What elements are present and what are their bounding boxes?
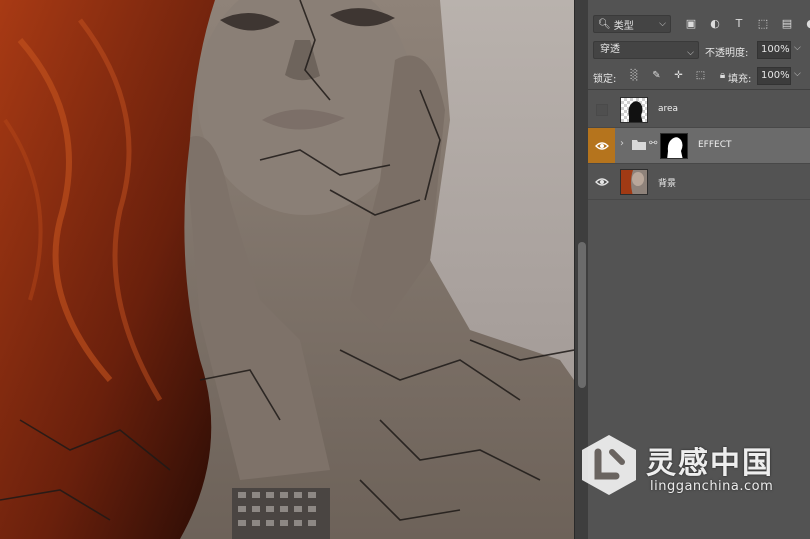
eye-icon (594, 141, 609, 150)
layer-name: area (658, 104, 679, 114)
layer-row-effect[interactable]: › ⚯ EFFECT (588, 128, 810, 164)
visibility-off-icon (595, 103, 608, 116)
eye-icon (594, 177, 609, 186)
layer-row-area[interactable]: area (588, 92, 810, 128)
layer-name: 背景 (658, 179, 677, 189)
layer-visibility-toggle[interactable] (588, 128, 615, 163)
layer-visibility-toggle[interactable] (588, 92, 615, 127)
filter-kind-label: 类型 (613, 20, 634, 32)
blend-mode-value: 穿透 (600, 44, 620, 55)
smart-object-filter-icon[interactable]: ▤ (780, 15, 794, 31)
layer-filter-select[interactable]: 🔍︎ 类型 ⌵ (593, 15, 671, 33)
document-canvas[interactable] (0, 0, 574, 539)
layer-row-background[interactable]: 背景 (588, 164, 810, 200)
watermark-text-en: lingganchina.com (650, 479, 774, 494)
lock-icons: ░ ✎ ✛ ⬚ 🔒︎ (628, 68, 729, 82)
image-filter-icon[interactable]: ▣ (684, 15, 698, 31)
opacity-chevron-icon[interactable]: ⌵ (794, 43, 801, 53)
folder-icon (632, 140, 646, 150)
blend-mode-select[interactable]: 穿透 ⌵ (593, 41, 699, 59)
mask-link-icon[interactable]: ⚯ (649, 138, 657, 149)
lock-image-pixels-icon[interactable]: ✎ (650, 68, 663, 82)
watermark-logo-icon (582, 435, 636, 495)
scrollbar-thumb[interactable] (578, 242, 586, 388)
layer-thumbnail (620, 169, 648, 195)
chevron-down-icon: ⌵ (687, 48, 694, 58)
watermark-text-cn: 灵感中国 (646, 446, 774, 481)
lock-artboard-icon[interactable]: ⬚ (694, 68, 707, 82)
opacity-input[interactable]: 100% (757, 41, 791, 59)
fill-chevron-icon[interactable]: ⌵ (794, 69, 801, 79)
fill-input[interactable]: 100% (757, 67, 791, 85)
search-icon: 🔍︎ (598, 18, 611, 30)
chevron-down-icon: ⌵ (659, 19, 666, 29)
chevron-right-icon[interactable]: › (620, 138, 624, 149)
opacity-label: 不透明度: (705, 48, 749, 59)
layer-visibility-toggle[interactable] (588, 164, 615, 199)
layer-name: EFFECT (698, 140, 732, 150)
canvas-artwork (0, 0, 574, 539)
layer-filter-icons: ▣ ◐ T ⬚ ▤ ● (684, 15, 810, 31)
panel-divider (588, 89, 810, 90)
layer-mask-thumbnail (660, 133, 688, 159)
fill-label: 填充: (728, 74, 752, 85)
shape-filter-icon[interactable]: ⬚ (756, 15, 770, 31)
adjustment-filter-icon[interactable]: ◐ (708, 15, 722, 31)
layer-thumbnail (620, 97, 648, 123)
lock-position-icon[interactable]: ✛ (672, 68, 685, 82)
type-filter-icon[interactable]: T (732, 15, 746, 31)
filter-toggle-icon[interactable]: ● (804, 15, 810, 31)
lock-label: 锁定: (593, 74, 617, 85)
watermark: 灵感中国 lingganchina.com (576, 432, 806, 502)
lock-transparent-pixels-icon[interactable]: ░ (628, 68, 641, 82)
